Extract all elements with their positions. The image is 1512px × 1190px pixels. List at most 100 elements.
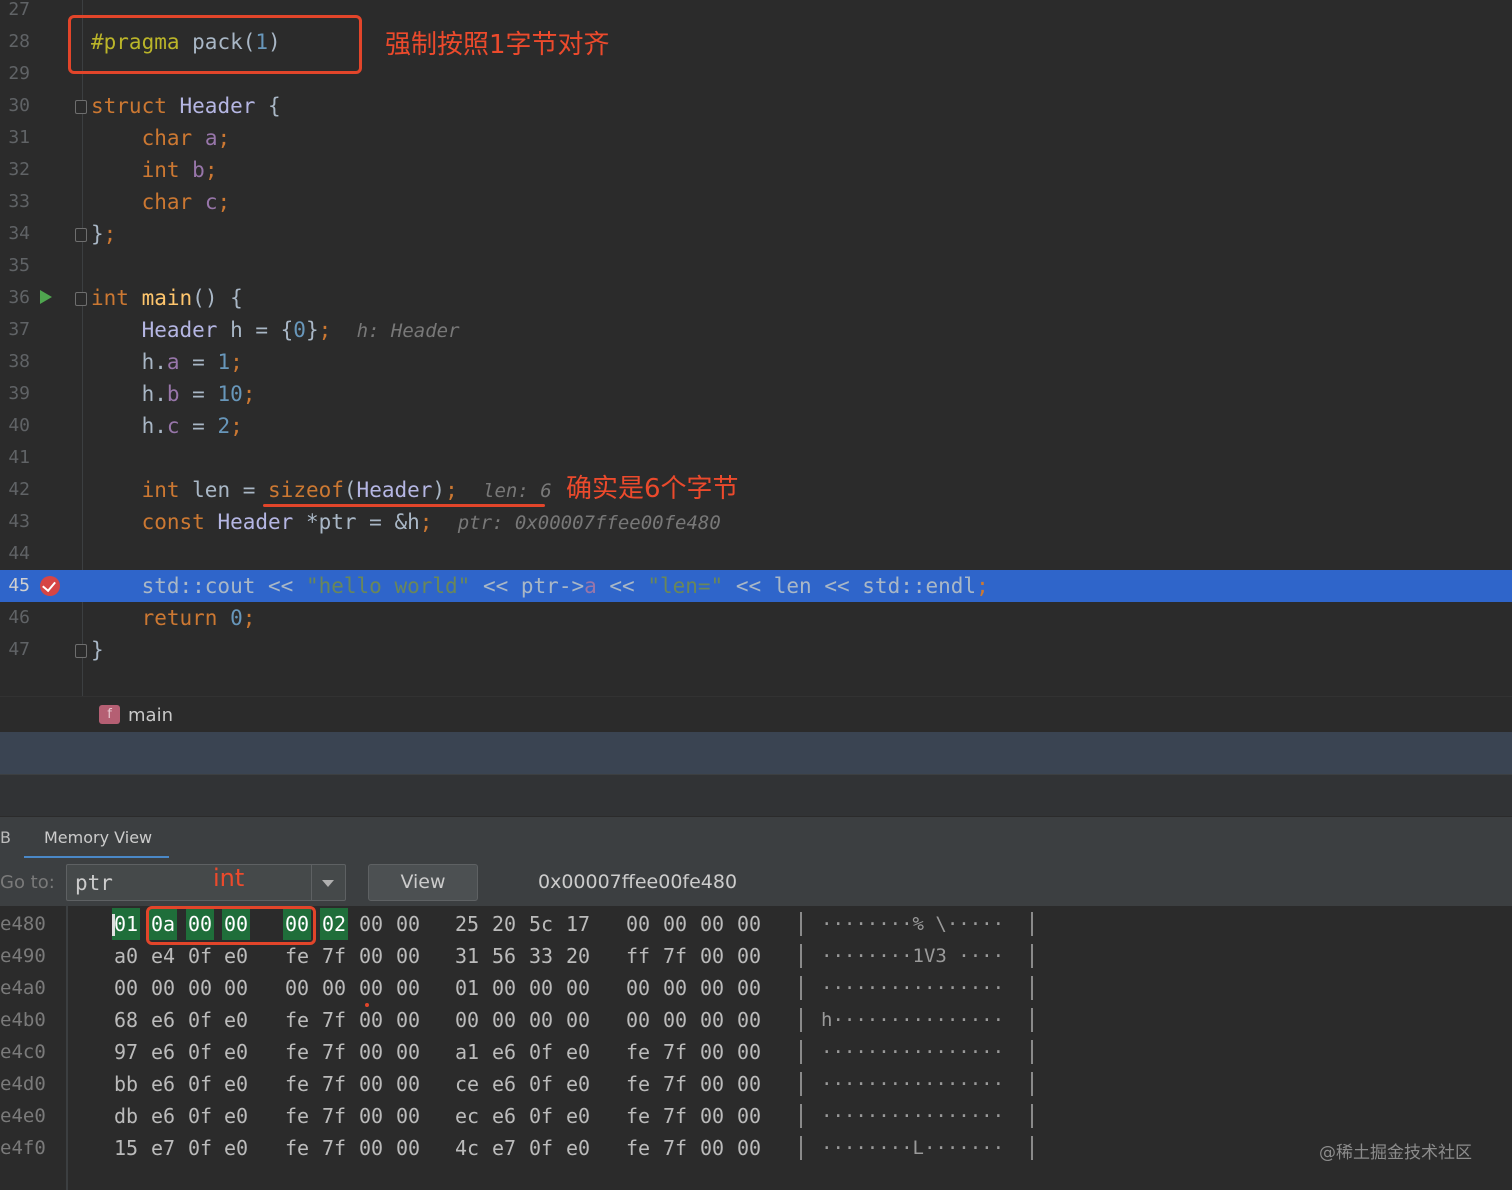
code-editor[interactable]: 27 28 #pragma pack(1) 29 30 struct Header {31… xyxy=(0,0,1512,696)
memory-row[interactable]: e4a0 00 00 00 00 00 00 00 00 01 00 00 00 00 00 00 00 ····… xyxy=(0,972,1512,1004)
memory-byte[interactable]: 7f xyxy=(320,1004,348,1036)
memory-byte[interactable]: 0f xyxy=(186,1036,214,1068)
memory-byte[interactable]: 0f xyxy=(186,1100,214,1132)
memory-byte[interactable]: db xyxy=(112,1100,140,1132)
memory-byte[interactable]: fe xyxy=(624,1132,652,1164)
memory-byte[interactable]: 00 xyxy=(394,940,422,972)
memory-byte[interactable]: fe xyxy=(283,1004,311,1036)
memory-byte[interactable]: 00 xyxy=(698,1036,726,1068)
code-line[interactable]: 46 return 0; xyxy=(0,602,1512,634)
code-line[interactable]: 41 xyxy=(0,442,1512,474)
memory-byte[interactable]: e0 xyxy=(564,1068,592,1100)
memory-byte[interactable]: 25 xyxy=(453,908,481,940)
line-number[interactable]: 32 xyxy=(0,154,30,186)
line-number[interactable]: 43 xyxy=(0,506,30,538)
memory-view[interactable]: e480 01 0a 00 00 00 02 00 00 25 20 5c 17 00 00 00 00 ····… xyxy=(0,906,1512,1190)
memory-byte[interactable]: e6 xyxy=(490,1036,518,1068)
code-line[interactable]: 38 h.a = 1; xyxy=(0,346,1512,378)
memory-byte[interactable]: 00 xyxy=(357,908,385,940)
memory-byte[interactable]: 7f xyxy=(661,1132,689,1164)
memory-byte[interactable]: 00 xyxy=(698,1132,726,1164)
line-number[interactable]: 42 xyxy=(0,474,30,506)
memory-byte[interactable]: e6 xyxy=(149,1036,177,1068)
memory-byte[interactable]: fe xyxy=(624,1068,652,1100)
memory-byte[interactable]: 00 xyxy=(698,1068,726,1100)
memory-byte[interactable]: 0f xyxy=(527,1036,555,1068)
code-line[interactable]: 30 struct Header { xyxy=(0,90,1512,122)
memory-byte[interactable]: 00 xyxy=(527,972,555,1004)
memory-byte[interactable]: 00 xyxy=(453,1004,481,1036)
memory-byte[interactable]: 00 xyxy=(735,908,763,940)
memory-byte[interactable]: 00 xyxy=(357,940,385,972)
memory-byte[interactable]: 00 xyxy=(394,1068,422,1100)
memory-byte[interactable]: 00 xyxy=(698,972,726,1004)
fold-icon[interactable] xyxy=(75,100,87,114)
breakpoint-icon[interactable] xyxy=(40,576,60,596)
memory-byte[interactable]: ec xyxy=(453,1100,481,1132)
memory-byte[interactable]: 00 xyxy=(624,1004,652,1036)
memory-byte[interactable]: 00 xyxy=(735,1036,763,1068)
code-line[interactable]: 47} xyxy=(0,634,1512,666)
memory-byte[interactable]: 00 xyxy=(735,1100,763,1132)
breadcrumb-label[interactable]: main xyxy=(128,705,173,726)
view-button[interactable]: View xyxy=(368,864,478,901)
memory-byte[interactable]: e0 xyxy=(222,1132,250,1164)
tab-previous[interactable]: B xyxy=(0,828,11,847)
line-number[interactable]: 30 xyxy=(0,90,30,122)
memory-byte[interactable]: 00 xyxy=(735,1004,763,1036)
code-line[interactable]: 32 int b; xyxy=(0,154,1512,186)
line-number[interactable]: 38 xyxy=(0,346,30,378)
memory-byte[interactable]: 00 xyxy=(661,908,689,940)
code-line[interactable]: 31 char a; xyxy=(0,122,1512,154)
memory-byte[interactable]: 00 xyxy=(564,972,592,1004)
memory-byte[interactable]: 00 xyxy=(357,972,385,1004)
line-number[interactable]: 44 xyxy=(0,538,30,570)
memory-byte[interactable]: 00 xyxy=(394,1036,422,1068)
memory-byte[interactable]: 00 xyxy=(698,1100,726,1132)
fold-icon[interactable] xyxy=(75,292,87,306)
memory-byte[interactable]: a1 xyxy=(453,1036,481,1068)
memory-byte[interactable]: e0 xyxy=(222,1004,250,1036)
memory-byte[interactable]: 00 xyxy=(698,940,726,972)
memory-byte[interactable]: 00 xyxy=(394,1004,422,1036)
memory-byte[interactable]: 00 xyxy=(394,972,422,1004)
line-number[interactable]: 31 xyxy=(0,122,30,154)
memory-byte[interactable]: a0 xyxy=(112,940,140,972)
memory-byte[interactable]: fe xyxy=(283,1068,311,1100)
line-number[interactable]: 41 xyxy=(0,442,30,474)
memory-byte[interactable]: 01 xyxy=(453,972,481,1004)
memory-byte[interactable]: 00 xyxy=(186,972,214,1004)
memory-byte[interactable]: e0 xyxy=(222,1068,250,1100)
memory-byte[interactable]: 0f xyxy=(527,1132,555,1164)
fold-icon[interactable] xyxy=(75,644,87,658)
memory-byte[interactable]: 7f xyxy=(661,1068,689,1100)
memory-byte[interactable]: 00 xyxy=(357,1100,385,1132)
memory-byte[interactable]: 68 xyxy=(112,1004,140,1036)
line-number[interactable]: 27 xyxy=(0,0,30,26)
line-number[interactable]: 33 xyxy=(0,186,30,218)
memory-byte[interactable]: 01 xyxy=(112,908,140,940)
memory-byte[interactable]: 00 xyxy=(394,1132,422,1164)
memory-byte[interactable]: 00 xyxy=(357,1036,385,1068)
memory-byte[interactable]: e7 xyxy=(149,1132,177,1164)
memory-byte[interactable]: 7f xyxy=(661,1036,689,1068)
code-line[interactable]: 44 xyxy=(0,538,1512,570)
line-number[interactable]: 46 xyxy=(0,602,30,634)
memory-byte[interactable]: 0f xyxy=(186,1068,214,1100)
memory-byte[interactable]: e6 xyxy=(149,1004,177,1036)
memory-byte[interactable]: 00 xyxy=(222,972,250,1004)
breadcrumb[interactable]: f main xyxy=(0,696,1512,733)
memory-byte[interactable]: 00 xyxy=(735,1068,763,1100)
line-number[interactable]: 47 xyxy=(0,634,30,666)
run-icon[interactable] xyxy=(40,290,52,304)
memory-byte[interactable]: ff xyxy=(624,940,652,972)
memory-byte[interactable]: e6 xyxy=(490,1100,518,1132)
memory-byte[interactable]: 31 xyxy=(453,940,481,972)
line-number[interactable]: 39 xyxy=(0,378,30,410)
memory-byte[interactable]: 56 xyxy=(490,940,518,972)
memory-byte[interactable]: bb xyxy=(112,1068,140,1100)
memory-byte[interactable]: e6 xyxy=(490,1068,518,1100)
goto-combobox[interactable] xyxy=(66,864,346,901)
memory-byte[interactable]: 20 xyxy=(564,940,592,972)
memory-byte[interactable]: 00 xyxy=(490,1004,518,1036)
